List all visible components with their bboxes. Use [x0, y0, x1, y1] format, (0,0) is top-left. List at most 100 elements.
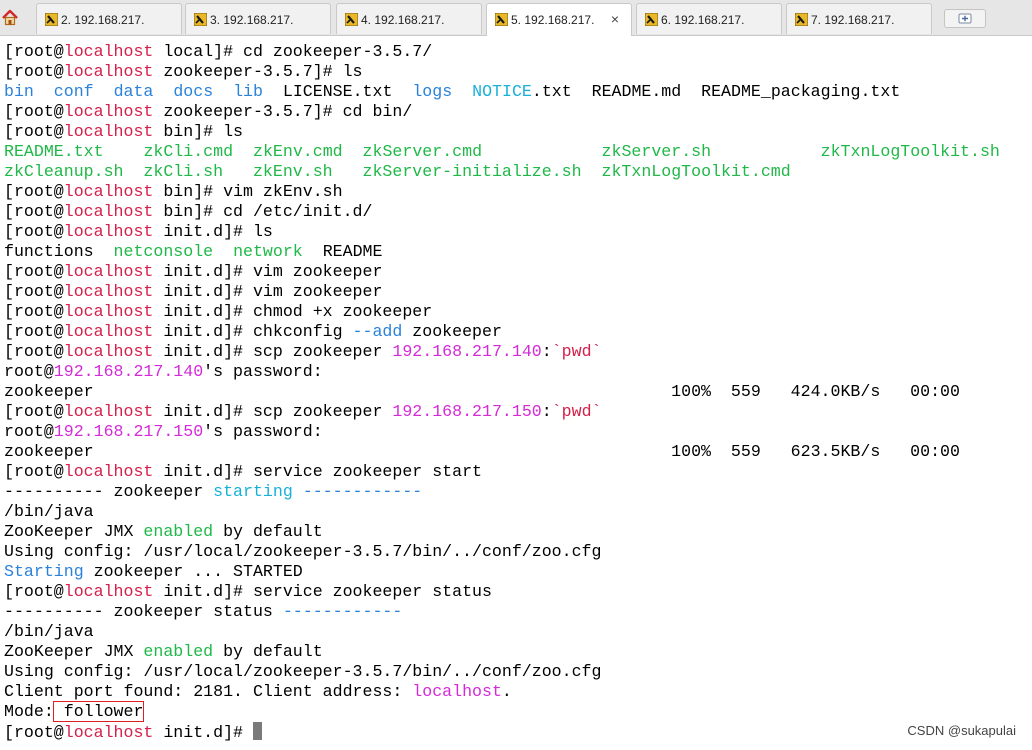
home-button[interactable]: [0, 6, 20, 30]
terminal-line: Client port found: 2181. Client address:…: [4, 682, 1032, 702]
terminal-text: 's password:: [203, 362, 323, 381]
terminal-text: zookeeper-3.5.7]# cd bin/: [153, 102, 413, 121]
terminal-text: init.d]# vim zookeeper: [153, 262, 383, 281]
terminal-text: enabled: [143, 642, 214, 661]
terminal-text: bin]# cd /etc/init.d/: [153, 202, 373, 221]
session-icon: [194, 13, 207, 26]
terminal-line: bin conf data docs lib LICENSE.txt logs …: [4, 82, 1032, 102]
terminal-text: zkEnv.cmd: [252, 142, 343, 161]
terminal-text: bin]# ls: [153, 122, 243, 141]
terminal-text: [root@: [4, 402, 64, 421]
new-tab-icon: [958, 13, 972, 24]
terminal-text: localhost: [63, 62, 154, 81]
terminal-line: Starting zookeeper ... STARTED: [4, 562, 1032, 582]
terminal-line: /bin/java: [4, 502, 1032, 522]
terminal-text: init.d]# vim zookeeper: [153, 282, 383, 301]
terminal-text: NOTICE: [472, 82, 532, 101]
terminal-text: [root@: [4, 462, 64, 481]
terminal-line: /bin/java: [4, 622, 1032, 642]
terminal-text: data: [113, 82, 154, 101]
terminal-text: localhost: [63, 582, 154, 601]
tab-3[interactable]: 3. 192.168.217.: [185, 3, 331, 34]
terminal-text: [root@: [4, 102, 64, 121]
terminal-text: [root@: [4, 723, 64, 742]
terminal-text: zkServer.cmd: [362, 142, 483, 161]
terminal-text: ZooKeeper JMX: [4, 642, 144, 661]
terminal-text: Client port found: 2181. Client address:: [4, 682, 413, 701]
terminal-text: localhost: [412, 682, 502, 701]
terminal-text: init.d]# service zookeeper status: [153, 582, 492, 601]
terminal-text: bin]# vim zkEnv.sh: [153, 182, 343, 201]
terminal-text: by default: [213, 642, 323, 661]
terminal-text: localhost: [63, 202, 154, 221]
terminal-text: bin: [4, 82, 34, 101]
terminal-line: [root@localhost init.d]# service zookeep…: [4, 582, 1032, 602]
tab-4[interactable]: 4. 192.168.217.: [336, 3, 482, 34]
terminal-text: localhost: [63, 282, 154, 301]
tab-2[interactable]: 2. 192.168.217.: [36, 3, 182, 34]
terminal-line: [root@localhost bin]# ls: [4, 122, 1032, 142]
tab-5[interactable]: 5. 192.168.217. ×: [486, 3, 632, 36]
terminal-text: localhost: [63, 342, 154, 361]
terminal-text: init.d]#: [153, 723, 253, 742]
terminal-text: init.d]# service zookeeper start: [153, 462, 482, 481]
terminal-line: [root@localhost bin]# vim zkEnv.sh: [4, 182, 1032, 202]
tab-7[interactable]: 7. 192.168.217.: [786, 3, 932, 34]
terminal-text: ZooKeeper JMX: [4, 522, 144, 541]
terminal-line: [root@localhost bin]# cd /etc/init.d/: [4, 202, 1032, 222]
terminal-text: zkTxnLogToolkit.cmd: [601, 162, 791, 181]
terminal-line: [root@localhost init.d]# scp zookeeper 1…: [4, 402, 1032, 422]
terminal-text: [root@: [4, 302, 64, 321]
tab-bar: 2. 192.168.217. 3. 192.168.217. 4. 192.168…: [0, 0, 1032, 36]
terminal-text: zkCleanup.sh: [4, 162, 124, 181]
terminal-line: README.txt zkCli.cmd zkEnv.cmd zkServer.…: [4, 142, 1032, 162]
terminal-text: ---------- zookeeper status: [4, 602, 283, 621]
terminal-text: [root@: [4, 322, 64, 341]
terminal-text: init.d]# scp zookeeper: [153, 342, 393, 361]
terminal-text: 192.168.217.140: [53, 362, 204, 381]
terminal-text: lib: [233, 82, 263, 101]
terminal-text: zookeeper-3.5.7]# ls: [153, 62, 363, 81]
terminal-text: functions: [4, 242, 114, 261]
terminal-text: ------------: [302, 482, 423, 501]
terminal-line: [root@localhost init.d]# vim zookeeper: [4, 282, 1032, 302]
terminal-line: functions netconsole network README: [4, 242, 1032, 262]
terminal-text: localhost: [63, 402, 154, 421]
terminal-text: by default: [213, 522, 323, 541]
terminal-text: Using config: /usr/local/zookeeper-3.5.7…: [4, 662, 602, 681]
terminal-line: [root@localhost local]# cd zookeeper-3.5…: [4, 42, 1032, 62]
terminal-text: [root@: [4, 182, 64, 201]
terminal-text: zkServer-initialize.sh: [362, 162, 582, 181]
close-tab-icon[interactable]: ×: [611, 10, 619, 28]
terminal-text: localhost: [63, 182, 154, 201]
terminal-line: [root@localhost init.d]#: [4, 722, 1032, 742]
terminal-line: zookeeper 100% 559 623.5KB/s 00:00: [4, 442, 1032, 462]
terminal-line: [root@localhost init.d]# chkconfig --add…: [4, 322, 1032, 342]
terminal-text: README: [302, 242, 383, 261]
terminal-text: localhost: [63, 102, 154, 121]
tab-6[interactable]: 6. 192.168.217.: [636, 3, 782, 34]
terminal-text: docs: [173, 82, 214, 101]
terminal-cursor: [252, 722, 262, 740]
new-tab-button[interactable]: [944, 9, 986, 28]
terminal-text: zkServer.sh: [601, 142, 712, 161]
terminal-text: root@: [4, 422, 54, 441]
terminal-text: ------------: [282, 602, 403, 621]
terminal-text: network: [233, 242, 303, 261]
terminal-text: `pwd`: [551, 342, 602, 361]
terminal-text: localhost: [63, 723, 154, 742]
terminal-output[interactable]: [root@localhost local]# cd zookeeper-3.5…: [0, 36, 1032, 750]
terminal-text: [root@: [4, 222, 64, 241]
terminal-text: localhost: [63, 302, 154, 321]
